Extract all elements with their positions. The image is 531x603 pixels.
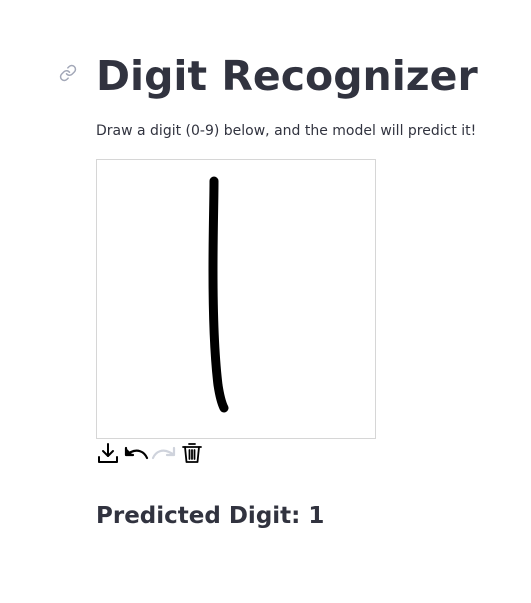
undo-icon bbox=[123, 441, 149, 469]
drawn-stroke-layer bbox=[208, 176, 229, 413]
prediction-result: Predicted Digit: 1 bbox=[96, 503, 325, 529]
clear-button[interactable] bbox=[180, 443, 204, 467]
drawn-stroke bbox=[208, 176, 229, 413]
trash-icon bbox=[180, 441, 204, 469]
link-icon bbox=[59, 64, 77, 86]
download-icon bbox=[96, 441, 120, 469]
header-anchor-link[interactable] bbox=[57, 64, 79, 86]
instructions-text: Draw a digit (0-9) below, and the model … bbox=[96, 123, 477, 139]
undo-button[interactable] bbox=[123, 441, 149, 469]
download-button[interactable] bbox=[96, 443, 120, 467]
redo-button[interactable] bbox=[151, 441, 177, 469]
redo-icon bbox=[151, 441, 177, 469]
canvas-toolbar bbox=[96, 443, 208, 467]
page-title: Digit Recognizer bbox=[96, 52, 478, 100]
drawing-canvas[interactable] bbox=[96, 159, 376, 439]
